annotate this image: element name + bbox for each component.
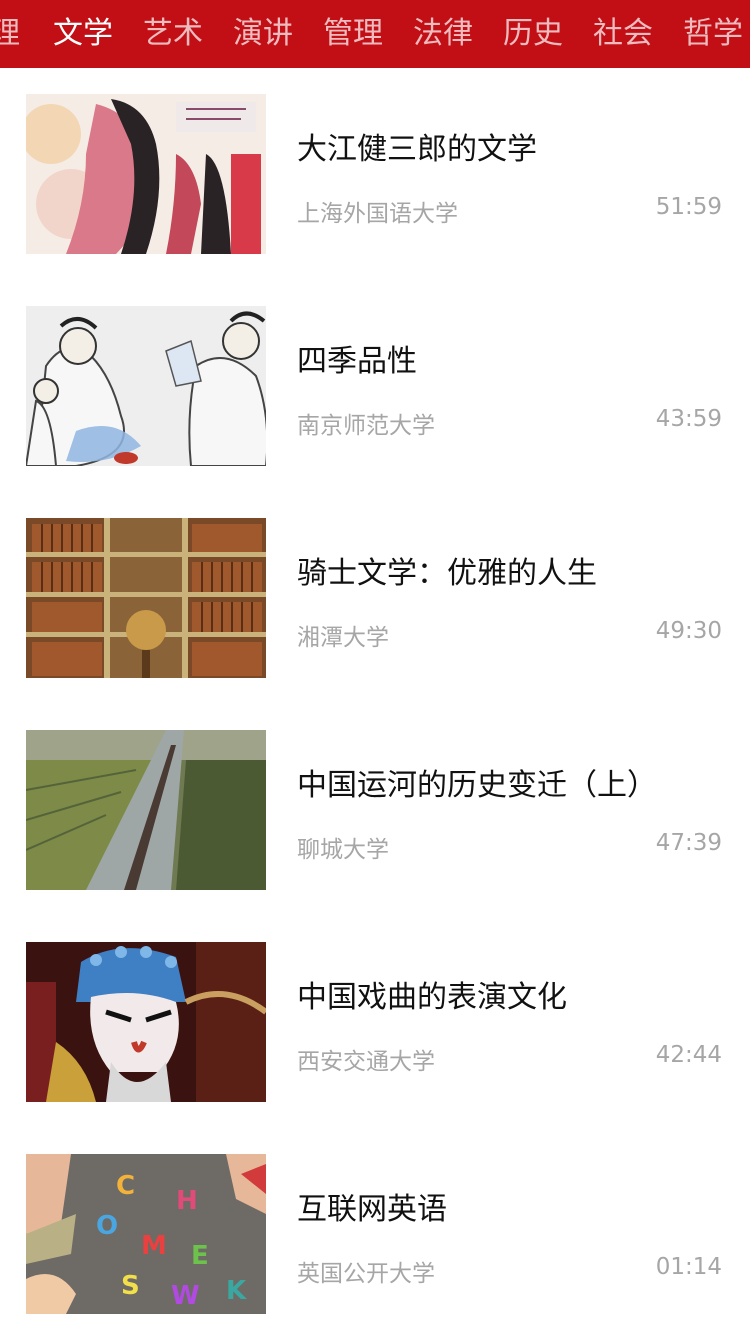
svg-text:M: M bbox=[141, 1231, 167, 1261]
course-duration: 47:39 bbox=[655, 830, 722, 856]
course-title: 骑士文学：优雅的人生 bbox=[297, 556, 597, 591]
course-duration: 51:59 bbox=[655, 194, 722, 220]
course-item[interactable]: 中国运河的历史变迁（上） 聊城大学 47:39 bbox=[0, 704, 750, 916]
tab-art[interactable]: 艺术 bbox=[143, 0, 203, 68]
course-title: 中国戏曲的表演文化 bbox=[297, 980, 567, 1015]
canal-aerial-thumbnail bbox=[26, 730, 266, 890]
course-title: 互联网英语 bbox=[297, 1192, 447, 1227]
tab-literature[interactable]: 文学 bbox=[53, 0, 113, 68]
tab-speech[interactable]: 演讲 bbox=[233, 0, 293, 68]
course-duration: 42:44 bbox=[655, 1042, 722, 1068]
ink-painting-scholars-thumbnail bbox=[26, 306, 266, 466]
svg-text:K: K bbox=[226, 1276, 247, 1306]
course-source: 上海外国语大学 bbox=[297, 201, 458, 227]
course-title: 中国运河的历史变迁（上） bbox=[297, 768, 657, 803]
tab-society[interactable]: 社会 bbox=[593, 0, 653, 68]
tab-philosophy[interactable]: 哲学 bbox=[683, 0, 743, 68]
course-source: 西安交通大学 bbox=[297, 1049, 435, 1075]
course-title: 大江健三郎的文学 bbox=[297, 132, 537, 167]
category-tab-bar: 理 文学 艺术 演讲 管理 法律 历史 社会 哲学 bbox=[0, 0, 750, 68]
app-screen: 理 文学 艺术 演讲 管理 法律 历史 社会 哲学 大江健三郎的文学 上海外国语… bbox=[0, 0, 750, 1334]
svg-text:H: H bbox=[176, 1186, 198, 1216]
course-source: 聊城大学 bbox=[297, 837, 389, 863]
svg-text:W: W bbox=[171, 1281, 200, 1311]
svg-text:E: E bbox=[191, 1241, 209, 1271]
tab-history[interactable]: 历史 bbox=[503, 0, 563, 68]
course-source: 英国公开大学 bbox=[297, 1261, 435, 1287]
course-item[interactable]: 骑士文学：优雅的人生 湘潭大学 49:30 bbox=[0, 492, 750, 704]
course-source: 南京师范大学 bbox=[297, 413, 435, 439]
opera-mask-thumbnail bbox=[26, 942, 266, 1102]
course-source: 湘潭大学 bbox=[297, 625, 389, 651]
course-duration: 49:30 bbox=[655, 618, 722, 644]
library-bookshelf-thumbnail bbox=[26, 518, 266, 678]
course-item[interactable]: 中国戏曲的表演文化 西安交通大学 42:44 bbox=[0, 916, 750, 1128]
course-item[interactable]: C H O M E S W K 互联网英语 英国公开大学 01:14 bbox=[0, 1128, 750, 1334]
svg-text:S: S bbox=[121, 1271, 140, 1301]
course-item[interactable]: 四季品性 南京师范大学 43:59 bbox=[0, 280, 750, 492]
course-duration: 43:59 bbox=[655, 406, 722, 432]
tab-law[interactable]: 法律 bbox=[413, 0, 473, 68]
alphabet-letters-thumbnail: C H O M E S W K bbox=[26, 1154, 266, 1314]
course-title: 四季品性 bbox=[297, 344, 417, 379]
tab-philosophy-partial[interactable]: 理 bbox=[0, 0, 20, 68]
course-duration: 01:14 bbox=[655, 1254, 722, 1280]
svg-text:C: C bbox=[116, 1171, 135, 1201]
svg-text:O: O bbox=[96, 1211, 118, 1241]
tab-management[interactable]: 管理 bbox=[323, 0, 383, 68]
ukiyo-e-painting-thumbnail bbox=[26, 94, 266, 254]
course-item[interactable]: 大江健三郎的文学 上海外国语大学 51:59 bbox=[0, 68, 750, 280]
